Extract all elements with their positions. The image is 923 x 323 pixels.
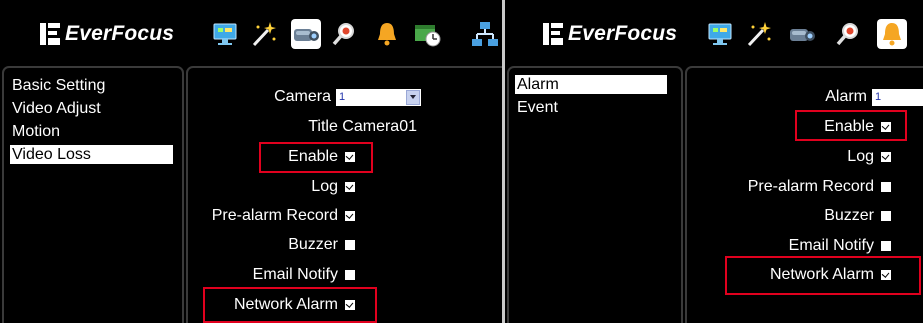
everfocus-logo: EverFocus [543,20,677,48]
pre-alarm-record-row: Pre-alarm Record [212,205,355,227]
header-bar: EverFocus [505,0,923,62]
title-label: Title [308,118,338,135]
search-icon[interactable] [329,19,359,49]
log-row: Log [847,146,891,168]
alarm-select-value: 1 [875,90,882,103]
magic-wand-icon[interactable] [743,19,773,49]
settings-menu: Basic Setting Video Adjust Motion Video … [2,66,184,323]
log-label: Log [311,178,338,195]
video-loss-screen: EverFocus Basic Setting Video Adjust Mot… [0,0,502,323]
bell-icon[interactable] [372,19,402,49]
chevron-down-icon[interactable] [406,89,420,105]
header-bar: EverFocus [0,0,502,62]
log-checkbox[interactable] [345,182,355,192]
everfocus-logo-mark [40,23,60,45]
enable-highlight-box [259,142,373,173]
alarm-label: Alarm [825,88,867,105]
enable-highlight-box [795,110,907,141]
buzzer-checkbox[interactable] [881,211,891,221]
buzzer-row: Buzzer [824,205,891,227]
log-row: Log [311,176,355,198]
pre-alarm-record-label: Pre-alarm Record [211,207,338,224]
email-notify-label: Email Notify [252,266,338,283]
network-alarm-highlight-box [725,256,921,295]
email-notify-checkbox[interactable] [881,241,891,251]
everfocus-logo-mark [543,23,563,45]
menu-item-video-loss[interactable]: Video Loss [10,145,173,164]
buzzer-row: Buzzer [288,234,355,256]
search-icon[interactable] [833,19,863,49]
brand-name: EverFocus [65,22,175,45]
alarm-menu: Alarm Event [507,66,683,323]
log-label: Log [847,148,874,165]
buzzer-checkbox[interactable] [345,240,355,250]
alarm-select[interactable]: 1 [872,88,923,106]
pre-alarm-record-row: Pre-alarm Record [748,176,891,198]
email-notify-label: Email Notify [788,237,874,254]
camera-select[interactable]: 1 [336,88,421,106]
menu-item-event[interactable]: Event [515,98,558,117]
schedule-icon[interactable] [412,19,442,49]
log-checkbox[interactable] [881,152,891,162]
email-notify-row: Email Notify [789,235,891,257]
camera-icon[interactable] [291,19,321,49]
buzzer-label: Buzzer [288,236,338,253]
pre-alarm-record-label: Pre-alarm Record [747,178,874,195]
network-alarm-highlight-box [203,287,377,323]
menu-item-basic-setting[interactable]: Basic Setting [10,76,105,95]
monitor-icon[interactable] [705,19,735,49]
video-loss-settings: Camera 1 Title Camera01 Enable Log Pre-al… [186,66,502,323]
email-notify-row: Email Notify [253,264,355,286]
monitor-icon[interactable] [210,19,240,49]
menu-item-video-adjust[interactable]: Video Adjust [10,99,101,118]
email-notify-checkbox[interactable] [345,270,355,280]
bell-icon[interactable] [877,19,907,49]
camera-select-value: 1 [339,90,346,103]
camera-row: Camera 1 [274,86,421,108]
camera-label: Camera [274,88,331,105]
magic-wand-icon[interactable] [248,19,278,49]
title-row: Title Camera01 [308,116,417,138]
alarm-screen: EverFocus Alarm Event Alarm 1 Enable Log … [505,0,923,323]
pre-alarm-record-checkbox[interactable] [881,182,891,192]
menu-item-motion[interactable]: Motion [10,122,60,141]
buzzer-label: Buzzer [824,207,874,224]
menu-item-alarm[interactable]: Alarm [515,75,667,94]
pre-alarm-record-checkbox[interactable] [345,211,355,221]
alarm-row: Alarm 1 [825,86,923,108]
network-icon[interactable] [470,19,500,49]
brand-name: EverFocus [568,22,678,45]
title-value: Camera01 [342,118,417,135]
everfocus-logo: EverFocus [40,20,174,48]
camera-icon[interactable] [787,19,817,49]
